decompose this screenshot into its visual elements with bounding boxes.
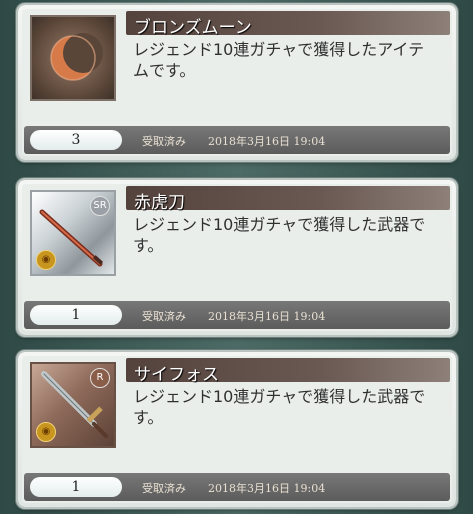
item-footer: 1 受取済み 2018年3月16日 19:04	[24, 473, 450, 501]
received-date: 2018年3月16日 19:04	[208, 310, 326, 323]
received-date: 2018年3月16日 19:04	[208, 482, 326, 495]
received-status: 受取済み	[142, 310, 186, 323]
title-bar: ブロンズムーン	[126, 11, 450, 38]
item-name: サイフォス	[134, 365, 219, 385]
fire-element-icon: ◉	[36, 422, 56, 442]
item-footer: 1 受取済み 2018年3月16日 19:04	[24, 301, 450, 329]
list-item[interactable]: R ◉ サイフォス レジェンド10連ガチャで獲得した武器です。 1 受取済み 2…	[18, 352, 456, 507]
item-name: 赤虎刀	[134, 193, 185, 213]
item-thumbnail	[30, 15, 116, 101]
list-item[interactable]: SR ◉ 赤虎刀 レジェンド10連ガチャで獲得した武器です。 1 受取済み 20…	[18, 180, 456, 335]
item-thumbnail: R ◉	[30, 362, 116, 448]
quantity-pill: 1	[30, 477, 122, 497]
item-description: レジェンド10連ガチャで獲得したアイテムです。	[133, 40, 425, 80]
quantity-pill: 3	[30, 130, 122, 150]
item-description: レジェンド10連ガチャで獲得した武器です。	[133, 215, 426, 255]
received-status: 受取済み	[142, 135, 186, 148]
item-thumbnail: SR ◉	[30, 190, 116, 276]
item-description: レジェンド10連ガチャで獲得した武器です。	[133, 387, 426, 427]
list-item[interactable]: ブロンズムーン レジェンド10連ガチャで獲得したアイテムです。 3 受取済み 2…	[18, 5, 456, 160]
quantity-pill: 1	[30, 305, 122, 325]
item-name: ブロンズムーン	[134, 18, 252, 38]
received-date: 2018年3月16日 19:04	[208, 135, 326, 148]
bronze-moon-icon	[50, 33, 103, 81]
rarity-badge: SR	[90, 196, 110, 216]
title-bar: サイフォス	[126, 358, 450, 385]
rarity-badge: R	[90, 368, 110, 388]
received-status: 受取済み	[142, 482, 186, 495]
item-history-list: ブロンズムーン レジェンド10連ガチャで獲得したアイテムです。 3 受取済み 2…	[0, 0, 473, 514]
title-bar: 赤虎刀	[126, 186, 450, 213]
item-footer: 3 受取済み 2018年3月16日 19:04	[24, 126, 450, 154]
fire-element-icon: ◉	[36, 250, 56, 270]
